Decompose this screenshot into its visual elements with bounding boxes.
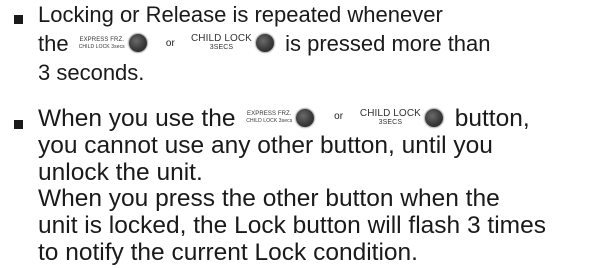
express-frz-button-graphic: EXPRESS FRZ. CHILD LOCK 3secs bbox=[79, 33, 148, 54]
express-frz-label-sub: CHILD LOCK 3secs bbox=[246, 118, 293, 125]
text-line: unit is locked, the Lock button will fla… bbox=[38, 212, 584, 240]
express-frz-label-main: EXPRESS FRZ. bbox=[79, 36, 125, 43]
round-button-icon bbox=[423, 107, 444, 128]
express-frz-label: EXPRESS FRZ. CHILD LOCK 3secs bbox=[79, 37, 125, 50]
child-lock-label: CHILD LOCK 3SECS bbox=[191, 34, 252, 52]
text-span: unlock the unit. bbox=[38, 158, 203, 186]
bullet-square-icon bbox=[14, 120, 23, 129]
text-span: When you use the bbox=[38, 105, 236, 132]
child-lock-button-graphic: CHILD LOCK 3SECS bbox=[359, 107, 444, 128]
express-frz-button-graphic: EXPRESS FRZ. CHILD LOCK 3secs bbox=[246, 107, 316, 128]
text-line: When you press the other button when the bbox=[38, 185, 584, 213]
text-line: the EXPRESS FRZ. CHILD LOCK 3secs or CHI… bbox=[38, 29, 584, 58]
text-span: Locking or Release is repeated whenever bbox=[38, 2, 443, 27]
child-lock-label: CHILD LOCK 3SECS bbox=[359, 107, 421, 127]
express-frz-label: EXPRESS FRZ. CHILD LOCK 3secs bbox=[246, 111, 292, 124]
text-line: you cannot use any other button, until y… bbox=[38, 131, 584, 160]
instruction-document: Locking or Release is repeated whenever … bbox=[0, 0, 591, 268]
text-line: Locking or Release is repeated whenever bbox=[38, 0, 584, 29]
text-span: to notify the current Lock condition. bbox=[38, 238, 418, 266]
child-lock-label-sub: 3SECS bbox=[378, 118, 403, 126]
round-button-icon bbox=[254, 33, 275, 54]
text-span: is pressed more than bbox=[285, 31, 491, 56]
bullet-text-lock-usage: When you use the EXPRESS FRZ. CHILD LOCK… bbox=[38, 105, 584, 267]
express-frz-label-main: EXPRESS FRZ. bbox=[247, 111, 292, 118]
text-line: to notify the current Lock condition. bbox=[38, 238, 584, 267]
text-span: 3 seconds. bbox=[38, 60, 145, 85]
or-text: or bbox=[165, 37, 175, 49]
text-span: unit is locked, the Lock button will fla… bbox=[38, 212, 546, 240]
bullet-item-lock-usage: When you use the EXPRESS FRZ. CHILD LOCK… bbox=[14, 105, 584, 267]
text-line: unlock the unit. bbox=[38, 158, 584, 187]
child-lock-button-graphic: CHILD LOCK 3SECS bbox=[191, 33, 275, 54]
or-text: or bbox=[334, 111, 344, 123]
text-line: 3 seconds. bbox=[38, 58, 584, 87]
express-frz-label-sub: CHILD LOCK 3secs bbox=[78, 43, 125, 50]
text-span: button, bbox=[454, 105, 530, 132]
child-lock-label-sub: 3SECS bbox=[209, 44, 234, 52]
child-lock-label-main: CHILD LOCK bbox=[190, 33, 252, 45]
bullet-text-lock-release: Locking or Release is repeated whenever … bbox=[38, 0, 584, 87]
round-button-icon bbox=[295, 107, 316, 128]
round-button-icon bbox=[127, 33, 148, 54]
child-lock-label-main: CHILD LOCK bbox=[359, 107, 421, 119]
text-span: When you press the other button when the bbox=[38, 185, 500, 213]
text-line: When you use the EXPRESS FRZ. CHILD LOCK… bbox=[38, 105, 584, 133]
text-span: you cannot use any other button, until y… bbox=[38, 131, 493, 159]
text-span: the bbox=[38, 31, 69, 56]
bullet-item-lock-release: Locking or Release is repeated whenever … bbox=[14, 0, 584, 87]
bullet-square-icon bbox=[14, 15, 23, 24]
